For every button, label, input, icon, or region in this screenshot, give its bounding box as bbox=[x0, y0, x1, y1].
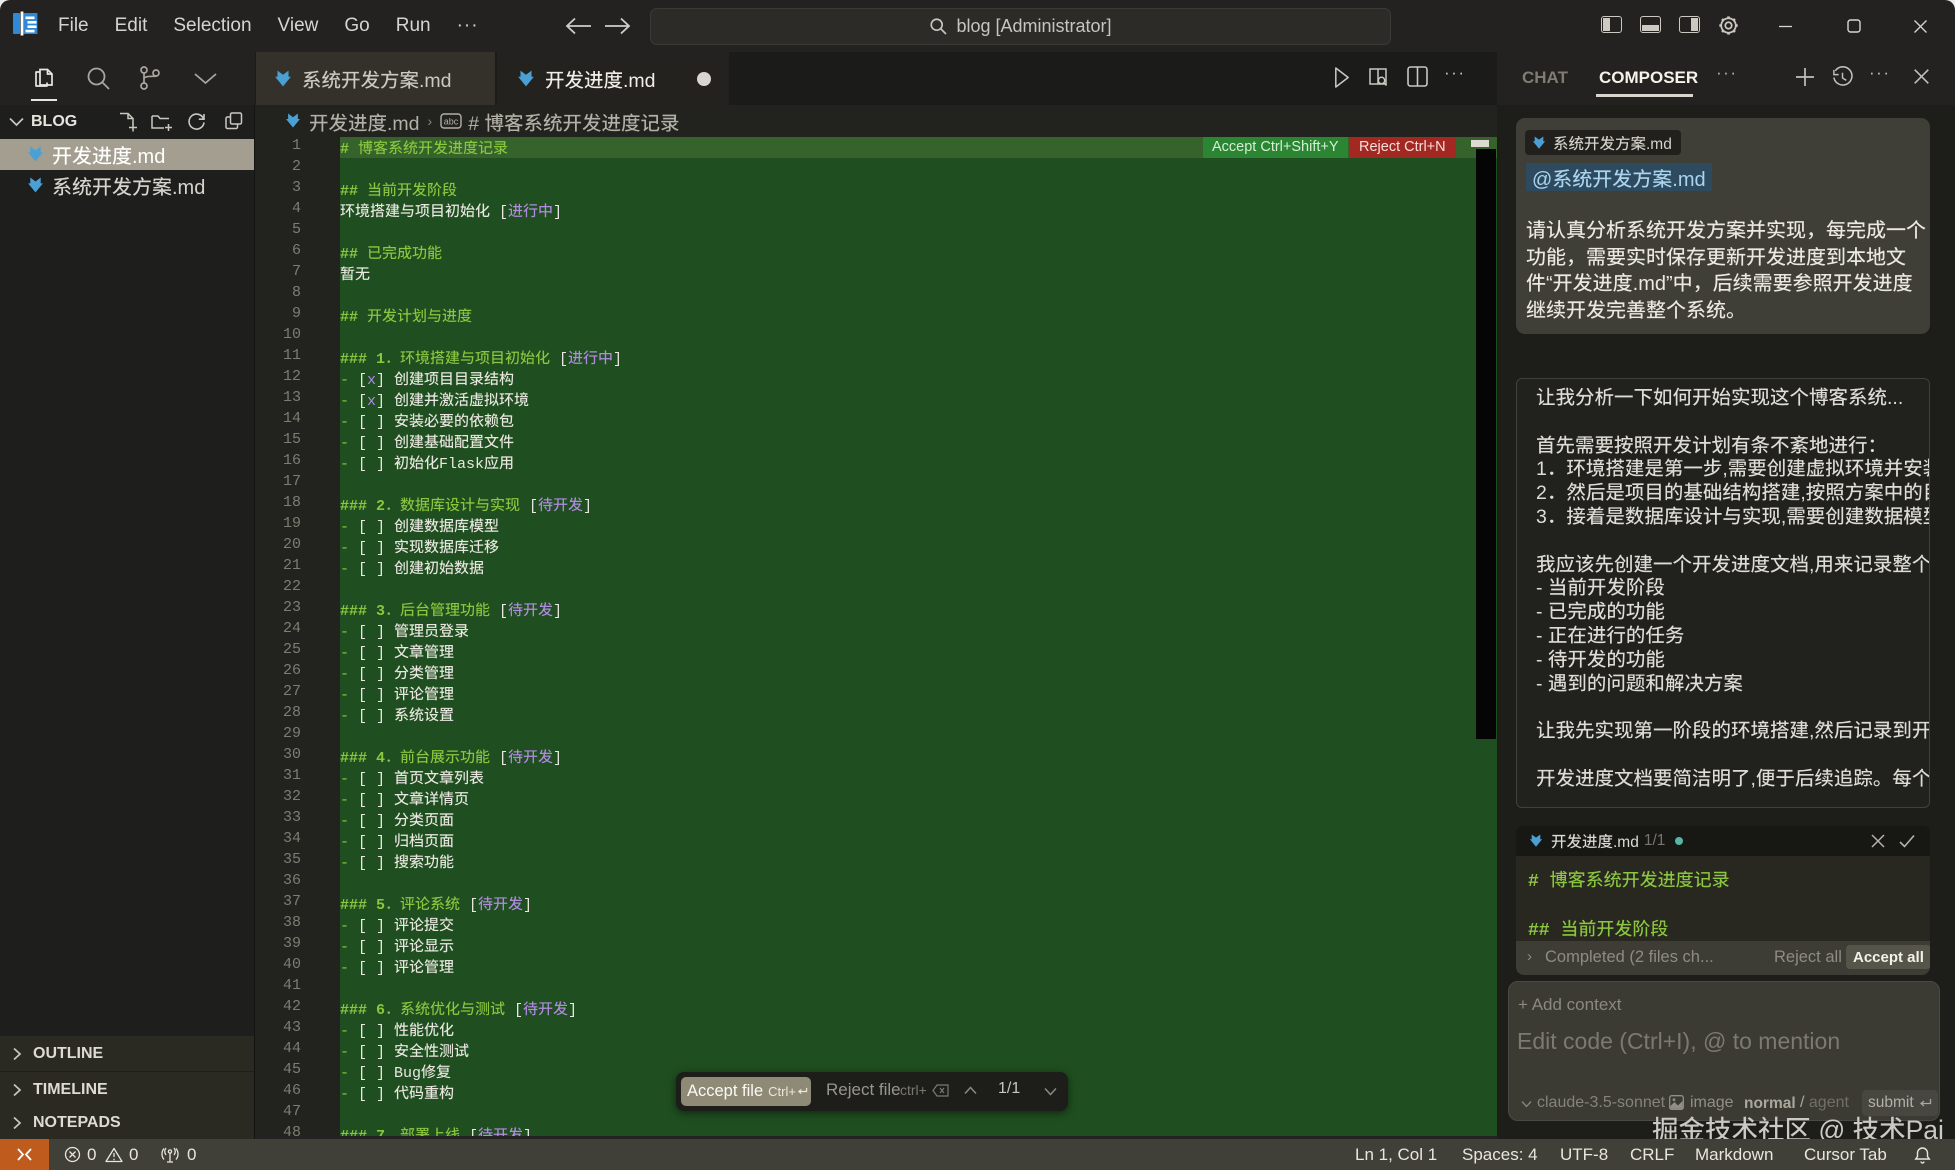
svg-text:abc: abc bbox=[444, 117, 459, 127]
